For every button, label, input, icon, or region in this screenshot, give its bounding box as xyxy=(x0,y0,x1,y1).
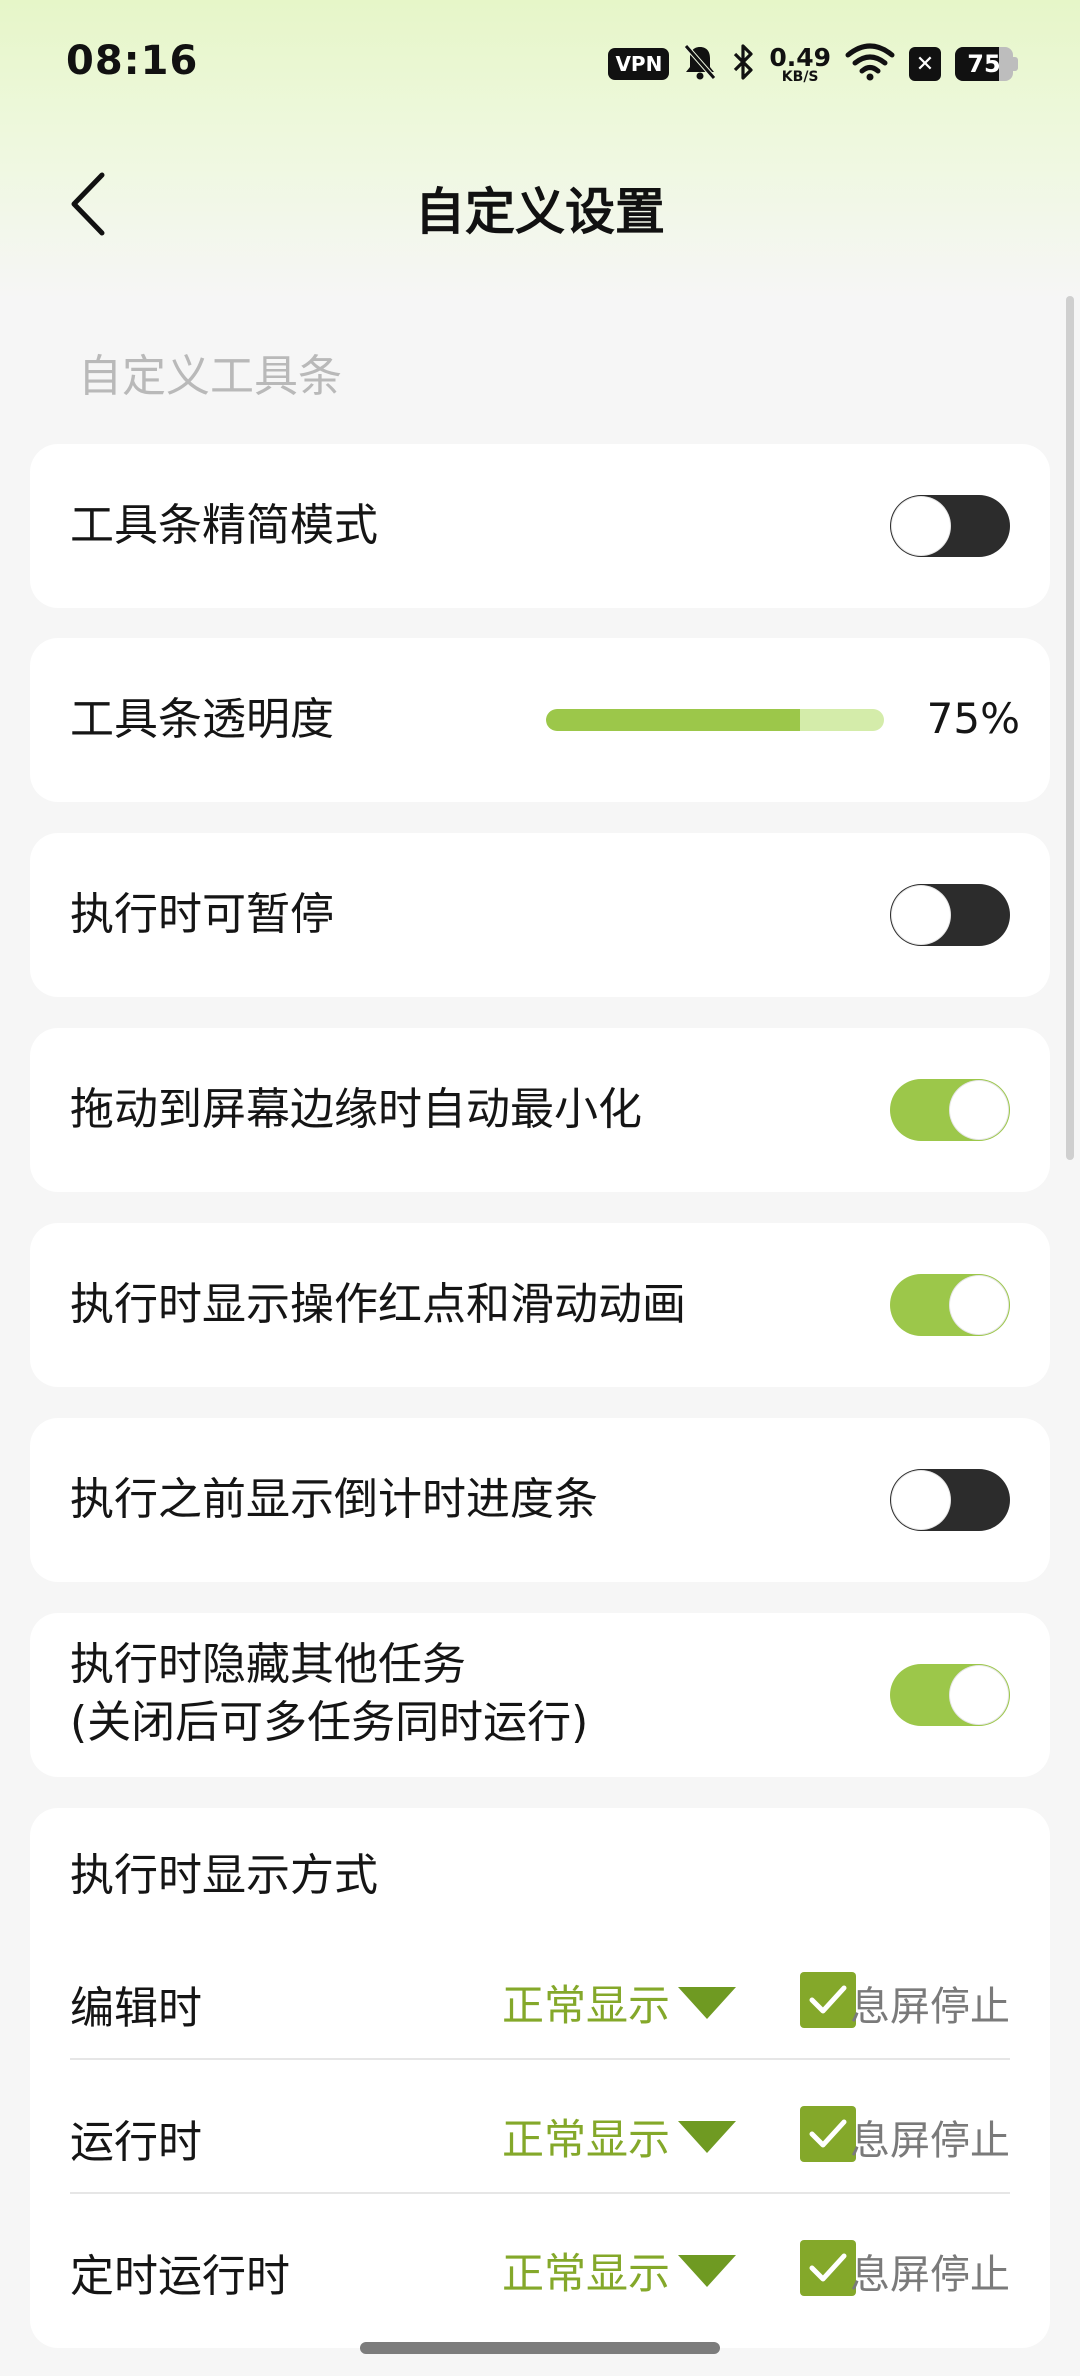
bluetooth-icon xyxy=(731,43,755,85)
display-mode-select[interactable]: 正常显示 xyxy=(502,1972,737,2033)
display-mode-value: 正常显示 xyxy=(502,1981,671,2030)
display-mode-row-label: 运行时 xyxy=(70,2117,202,2168)
scrollbar[interactable] xyxy=(1066,296,1074,1160)
dropdown-arrow-icon xyxy=(678,2120,737,2153)
display-mode-select[interactable]: 正常显示 xyxy=(502,2240,737,2301)
display-mode-row: 运行时 正常显示 息屏停止 xyxy=(70,2068,1010,2202)
show-red-dot-toggle[interactable] xyxy=(890,1274,1010,1336)
setting-countdown: 执行之前显示倒计时进度条 xyxy=(30,1418,1050,1582)
screen-off-stop-label: 息屏停止 xyxy=(850,2118,1010,2164)
display-mode-card: 执行时显示方式 编辑时 正常显示 息屏停止 运行时 正常显示 息屏停止 定时运行… xyxy=(30,1808,1050,2348)
divider xyxy=(70,2192,1010,2194)
checkmark-icon xyxy=(809,2253,847,2282)
setting-compact-mode: 工具条精简模式 xyxy=(30,444,1050,608)
hide-tasks-label: 执行时隐藏其他任务 xyxy=(70,1639,466,1690)
dropdown-arrow-icon xyxy=(678,1986,737,2019)
vpn-icon: VPN xyxy=(608,48,670,80)
transparency-slider-fill xyxy=(546,709,800,731)
close-box-icon: ✕ xyxy=(909,47,941,81)
setting-pausable: 执行时可暂停 xyxy=(30,833,1050,997)
setting-hide-tasks: 执行时隐藏其他任务 (关闭后可多任务同时运行) xyxy=(30,1613,1050,1777)
transparency-label: 工具条透明度 xyxy=(70,694,334,745)
checkmark-icon xyxy=(809,1985,847,2014)
screen-off-stop-checkbox[interactable] xyxy=(800,1972,856,2028)
compact-mode-label: 工具条精简模式 xyxy=(70,500,378,551)
status-bar: 08:16 VPN 0.49 KB/S ✕ 75 xyxy=(0,0,1080,120)
screen-off-stop-checkbox[interactable] xyxy=(800,2106,856,2162)
auto-minimize-toggle[interactable] xyxy=(890,1079,1010,1141)
screen-off-stop-label: 息屏停止 xyxy=(850,2252,1010,2298)
page-title: 自定义设置 xyxy=(415,183,665,241)
show-red-dot-label: 执行时显示操作红点和滑动动画 xyxy=(70,1279,686,1330)
countdown-toggle[interactable] xyxy=(890,1469,1010,1531)
wifi-icon xyxy=(845,43,895,85)
transparency-value: 75% xyxy=(926,694,1020,743)
battery-icon: 75 xyxy=(955,47,1018,81)
pausable-label: 执行时可暂停 xyxy=(70,889,334,940)
divider xyxy=(70,2058,1010,2060)
hide-tasks-toggle[interactable] xyxy=(890,1664,1010,1726)
battery-level: 75 xyxy=(967,50,1001,78)
auto-minimize-label: 拖动到屏幕边缘时自动最小化 xyxy=(70,1084,642,1135)
display-mode-row-label: 编辑时 xyxy=(70,1983,202,2034)
display-mode-row: 编辑时 正常显示 息屏停止 xyxy=(70,1934,1010,2068)
screen-off-stop-label: 息屏停止 xyxy=(850,1984,1010,2030)
checkmark-icon xyxy=(809,2119,847,2148)
status-icons: VPN 0.49 KB/S ✕ 75 xyxy=(608,42,1018,86)
compact-mode-toggle[interactable] xyxy=(890,495,1010,557)
display-mode-row: 定时运行时 正常显示 息屏停止 xyxy=(70,2202,1010,2336)
hide-tasks-sublabel: (关闭后可多任务同时运行) xyxy=(70,1697,589,1748)
bell-off-icon xyxy=(683,43,717,85)
setting-transparency: 工具条透明度 75% xyxy=(30,638,1050,802)
section-title: 自定义工具条 xyxy=(78,351,342,402)
home-indicator[interactable] xyxy=(360,2342,720,2354)
display-mode-row-label: 定时运行时 xyxy=(70,2251,290,2302)
display-mode-value: 正常显示 xyxy=(502,2115,671,2164)
countdown-label: 执行之前显示倒计时进度条 xyxy=(70,1474,598,1525)
display-mode-title: 执行时显示方式 xyxy=(70,1850,378,1901)
setting-auto-minimize: 拖动到屏幕边缘时自动最小化 xyxy=(30,1028,1050,1192)
display-mode-value: 正常显示 xyxy=(502,2249,671,2298)
display-mode-select[interactable]: 正常显示 xyxy=(502,2106,737,2167)
setting-show-red-dot: 执行时显示操作红点和滑动动画 xyxy=(30,1223,1050,1387)
screen-off-stop-checkbox[interactable] xyxy=(800,2240,856,2296)
transparency-slider[interactable] xyxy=(546,709,884,731)
network-speed: 0.49 KB/S xyxy=(769,42,831,85)
status-time: 08:16 xyxy=(66,38,199,84)
pausable-toggle[interactable] xyxy=(890,884,1010,946)
dropdown-arrow-icon xyxy=(678,2254,737,2287)
